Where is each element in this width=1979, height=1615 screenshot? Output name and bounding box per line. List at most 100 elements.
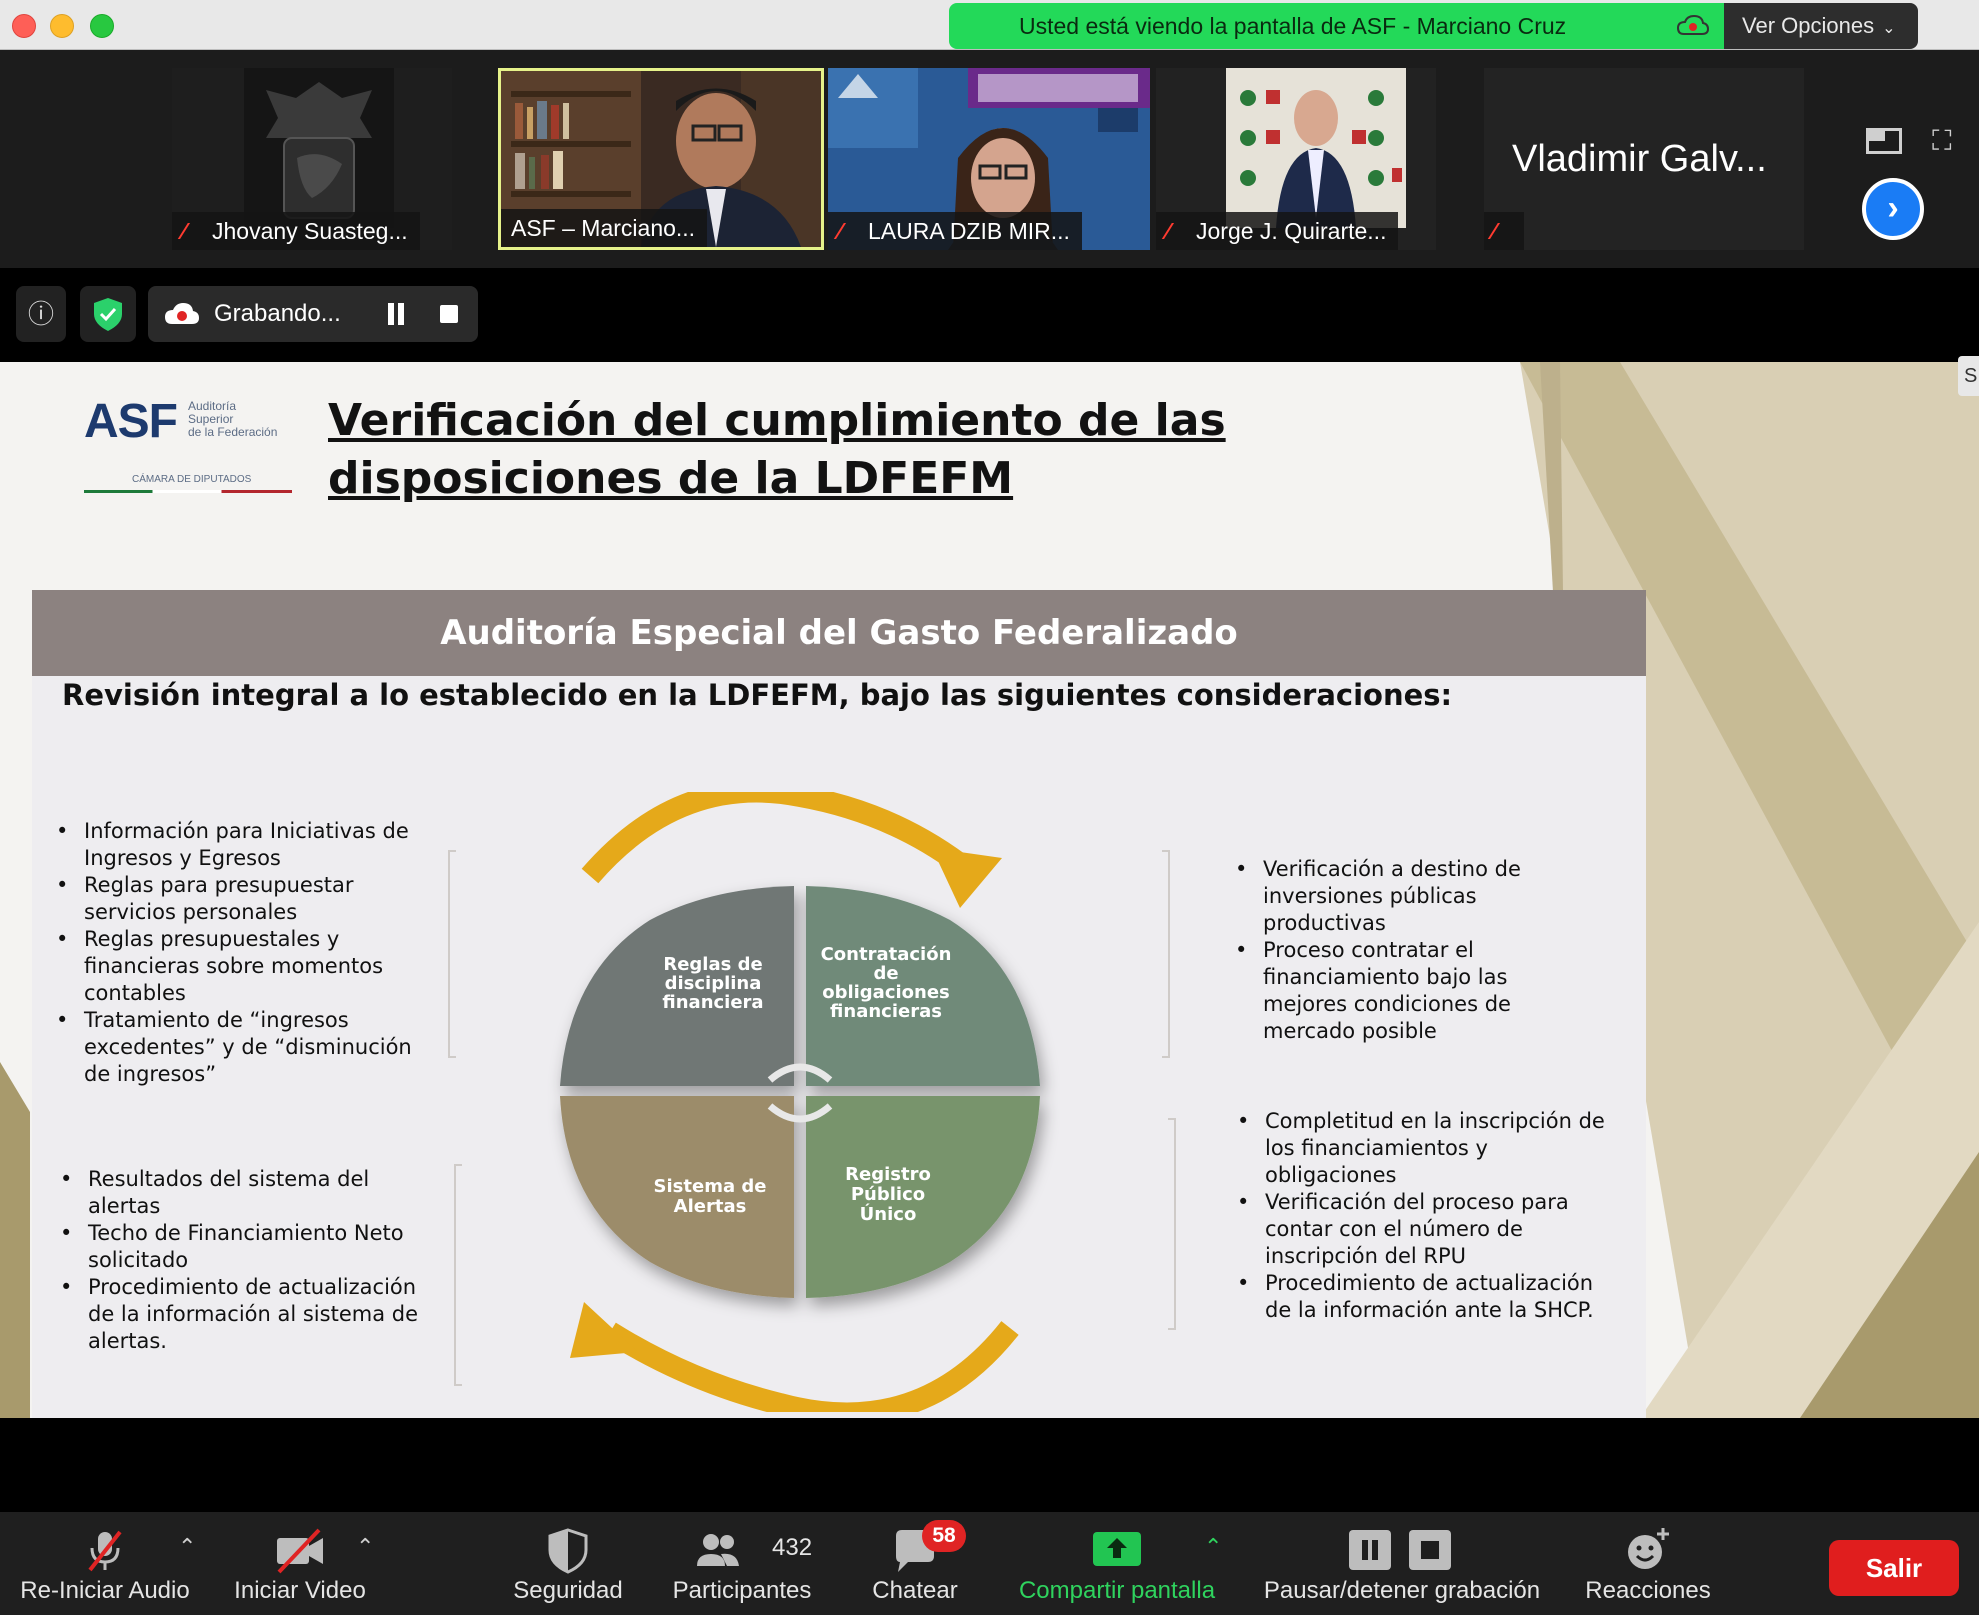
video-gallery: ⁄ Jhovany Suasteg... ASF – Marciano... ⁄…: [0, 50, 1979, 268]
shield-check-icon: [94, 298, 122, 331]
quadrant-label-line: obligaciones: [822, 982, 950, 1003]
meeting-toolbar: Re-Iniciar Audio ⌃ Iniciar Video ⌃ Segur…: [0, 1512, 1979, 1615]
logo-chamber: CÁMARA DE DIPUTADOS: [132, 474, 252, 485]
bracket-divider: [454, 1164, 462, 1386]
audio-options-caret[interactable]: ⌃: [178, 1534, 196, 1560]
gallery-layout-icon[interactable]: [1866, 128, 1902, 154]
toolbar-label: Iniciar Video: [234, 1577, 366, 1604]
muted-mic-icon: ⁄: [182, 218, 186, 244]
pause-stop-recording-button[interactable]: Pausar/detener grabación: [1252, 1512, 1552, 1615]
toolbar-label: Re-Iniciar Audio: [20, 1577, 190, 1604]
maximize-window-button[interactable]: [90, 14, 114, 38]
logo-flag-rule: [84, 490, 292, 493]
participant-name-large: Vladimir Galv...: [1512, 138, 1767, 180]
quadrant-label-line: financieras: [830, 1001, 942, 1022]
quadrant-label-line: disciplina: [665, 973, 762, 994]
share-screen-icon: [1093, 1532, 1141, 1566]
quadrant-label-line: Alertas: [674, 1196, 747, 1217]
list-item: Verificación del proceso para contar con…: [1237, 1189, 1617, 1270]
quadrant-label-line: Único: [860, 1203, 917, 1225]
recording-indicator: Grabando...: [148, 286, 478, 342]
participants-button[interactable]: 432 Participantes: [664, 1512, 820, 1615]
chat-unread-badge: 58: [922, 1520, 966, 1552]
gallery-next-button[interactable]: ›: [1862, 178, 1924, 240]
quadrant-label-line: financiera: [662, 992, 763, 1013]
list-item: Reglas presupuestales y financieras sobr…: [56, 926, 436, 1007]
quadrant-label-line: Contratación: [821, 944, 952, 965]
quadrant-label-line: de: [873, 963, 898, 984]
list-item: Información para Iniciativas de Ingresos…: [56, 818, 436, 872]
panel-header: Auditoría Especial del Gasto Federalizad…: [32, 590, 1646, 676]
bullet-list-top-right: Verificación a destino de inversiones pú…: [1235, 856, 1595, 1045]
close-window-button[interactable]: [12, 14, 36, 38]
fullscreen-icon[interactable]: ⛶: [1932, 126, 1962, 156]
logo-subtitle: Auditoría Superior de la Federación: [188, 400, 298, 439]
view-options-button[interactable]: Ver Opciones ⌄: [1724, 3, 1918, 49]
cycle-arrow-top: [581, 792, 967, 884]
info-icon[interactable]: ⓘ: [16, 286, 66, 342]
asf-logo: ASF Auditoría Superior de la Federación …: [84, 394, 294, 493]
bracket-divider: [1168, 1118, 1176, 1330]
participants-icon: [697, 1534, 739, 1566]
reactions-smiley-icon: [1628, 1528, 1669, 1569]
share-screen-button[interactable]: Compartir pantalla: [1006, 1512, 1228, 1615]
slide-title: Verificación del cumplimiento de las dis…: [328, 395, 1226, 504]
minimize-window-button[interactable]: [50, 14, 74, 38]
cloud-record-icon: [1676, 14, 1710, 35]
muted-mic-icon: ⁄: [1492, 218, 1496, 244]
participant-name: ASF – Marciano...: [511, 215, 696, 241]
list-item: Tratamiento de “ingresos excedentes” y d…: [56, 1007, 436, 1088]
title-bar: Usted está viendo la pantalla de ASF - M…: [0, 0, 1979, 50]
list-item: Techo de Financiamiento Neto solicitado: [60, 1220, 440, 1274]
unmute-audio-button[interactable]: Re-Iniciar Audio: [0, 1512, 210, 1615]
quadrant-label-line: Reglas de: [663, 954, 762, 975]
participant-name: LAURA DZIB MIR...: [868, 218, 1070, 244]
cycle-diagram: Reglas de disciplina financiera Contrata…: [560, 792, 1040, 1412]
participant-tile[interactable]: ⁄ Jorge J. Quirarte...: [1156, 68, 1436, 250]
bullet-list-top-left: Información para Iniciativas de Ingresos…: [56, 818, 436, 1088]
list-item: Verificación a destino de inversiones pú…: [1235, 856, 1595, 937]
participant-name: Jhovany Suasteg...: [212, 218, 408, 244]
start-video-button[interactable]: Iniciar Video: [222, 1512, 378, 1615]
toolbar-label: Compartir pantalla: [1018, 1577, 1216, 1604]
quadrant-label-line: Público: [851, 1184, 925, 1205]
muted-mic-icon: ⁄: [838, 218, 842, 244]
list-item: Completitud en la inscripción de los fin…: [1237, 1108, 1617, 1189]
pause-stop-icon: [1349, 1530, 1451, 1570]
list-item: Procedimiento de actualización de la inf…: [1237, 1270, 1617, 1324]
participant-tile[interactable]: ⁄ Jhovany Suasteg...: [172, 68, 452, 250]
side-panel-tab[interactable]: S: [1958, 356, 1979, 396]
logo-sub-line: de la Federación: [188, 425, 278, 439]
video-options-caret[interactable]: ⌃: [356, 1534, 374, 1560]
toolbar-label: Participantes: [672, 1577, 812, 1604]
security-button[interactable]: Seguridad: [500, 1512, 636, 1615]
reactions-button[interactable]: Reacciones: [1578, 1512, 1718, 1615]
participant-name-tag: ⁄ Jhovany Suasteg...: [172, 212, 420, 250]
pause-recording-button[interactable]: [386, 303, 406, 325]
muted-mic-icon: ⁄: [1166, 218, 1170, 244]
participant-name-tag: ASF – Marciano...: [501, 209, 708, 247]
muted-microphone-icon: [88, 1530, 122, 1572]
logo-text: ASF: [84, 395, 178, 448]
chat-button[interactable]: 58 Chatear: [860, 1512, 970, 1615]
leave-meeting-button[interactable]: Salir: [1829, 1540, 1959, 1596]
share-banner: Usted está viendo la pantalla de ASF - M…: [949, 3, 1724, 49]
participant-name: Jorge J. Quirarte...: [1196, 218, 1387, 244]
list-item: Procedimiento de actualización de la inf…: [60, 1274, 440, 1355]
stop-recording-button[interactable]: [440, 305, 458, 323]
view-options-label: Ver Opciones: [1742, 13, 1875, 38]
bracket-divider: [448, 850, 456, 1058]
list-item: Resultados del sistema del alertas: [60, 1166, 440, 1220]
bullet-list-bottom-left: Resultados del sistema del alertas Techo…: [60, 1166, 440, 1355]
video-off-icon: [277, 1528, 323, 1574]
share-banner-text: Usted está viendo la pantalla de ASF - M…: [1019, 13, 1567, 39]
chevron-down-icon: ⌄: [1882, 20, 1896, 37]
quadrant-label-line: Registro: [845, 1164, 931, 1185]
cloud-record-icon: [165, 303, 199, 324]
share-options-caret[interactable]: ⌃: [1204, 1534, 1222, 1560]
participant-tile[interactable]: ⁄ LAURA DZIB MIR...: [828, 68, 1150, 250]
encryption-shield-icon[interactable]: [80, 286, 136, 342]
participant-tile-active-speaker[interactable]: ASF – Marciano...: [498, 68, 824, 250]
participant-name-tag: ⁄: [1484, 212, 1524, 250]
toolbar-label: Reacciones: [1585, 1577, 1711, 1604]
